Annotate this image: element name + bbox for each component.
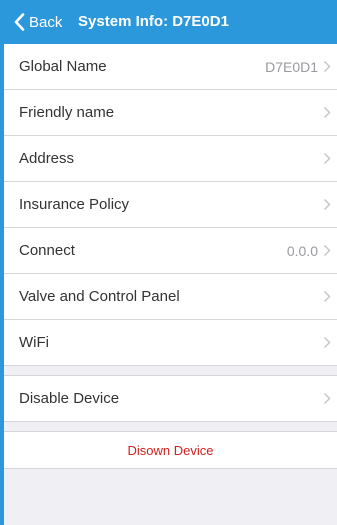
- row-friendly-name[interactable]: Friendly name: [4, 90, 337, 136]
- row-label: Connect: [19, 242, 75, 259]
- chevron-right-icon: [323, 290, 331, 308]
- row-address[interactable]: Address: [4, 136, 337, 182]
- row-value: 0.0.0: [286, 242, 318, 259]
- chevron-right-icon: [323, 336, 331, 354]
- chevron-right-icon: [323, 244, 331, 262]
- row-value: D7E0D1: [265, 58, 318, 75]
- settings-list: Global Name D7E0D1 Friendly name Address…: [4, 44, 337, 469]
- row-connect[interactable]: Connect 0.0.0: [4, 228, 337, 274]
- row-label: Valve and Control Panel: [19, 288, 180, 305]
- section-spacer: [4, 366, 337, 376]
- row-label: Friendly name: [19, 104, 115, 121]
- chevron-right-icon: [323, 392, 331, 410]
- row-label: Insurance Policy: [19, 196, 130, 213]
- screen: Back System Info: D7E0D1 Global Name D7E…: [0, 0, 337, 525]
- row-label: Address: [19, 150, 75, 167]
- row-label: Disable Device: [19, 390, 120, 407]
- chevron-right-icon: [323, 106, 331, 124]
- disown-device-button[interactable]: Disown Device: [4, 432, 337, 469]
- row-wifi[interactable]: WiFi: [4, 320, 337, 366]
- chevron-right-icon: [323, 60, 331, 78]
- section-spacer: [4, 422, 337, 432]
- navigation-bar: Back System Info: D7E0D1: [4, 0, 337, 44]
- row-global-name[interactable]: Global Name D7E0D1: [4, 44, 337, 90]
- row-insurance-policy[interactable]: Insurance Policy: [4, 182, 337, 228]
- page-title: System Info: D7E0D1: [78, 13, 229, 30]
- row-label: Global Name: [19, 58, 107, 75]
- row-valve-control-panel[interactable]: Valve and Control Panel: [4, 274, 337, 320]
- chevron-right-icon: [323, 152, 331, 170]
- disable-device-button[interactable]: Disable Device: [4, 376, 337, 422]
- row-label: WiFi: [19, 334, 49, 351]
- chevron-right-icon: [323, 198, 331, 216]
